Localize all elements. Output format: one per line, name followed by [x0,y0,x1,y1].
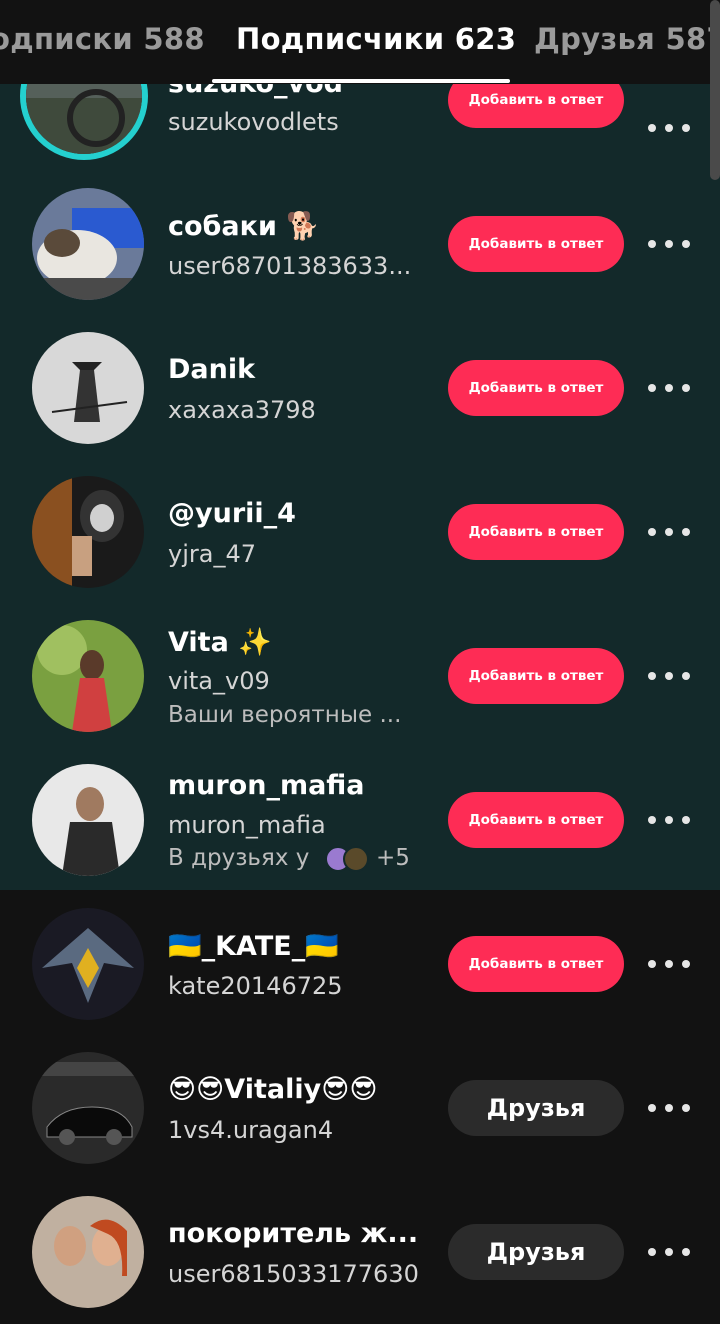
more-options-icon[interactable] [648,123,690,133]
avatar[interactable] [32,188,144,300]
username: user68701383633... [168,252,412,280]
display-name: 😎😎Vitaliy😎😎 [168,1074,378,1105]
more-options-icon[interactable] [648,1103,690,1113]
username: yjra_47 [168,540,256,568]
friends-button[interactable]: Друзья [448,1224,624,1280]
more-options-icon[interactable] [648,1247,690,1257]
tab-friends[interactable]: Друзья 587 [534,22,720,56]
suggestion-hint: Ваши вероятные ... [168,702,402,728]
add-to-reply-button[interactable]: Добавить в ответ [448,216,624,272]
username: vita_v09 [168,667,270,695]
add-to-reply-button[interactable]: Добавить в ответ [448,792,624,848]
mini-avatar [342,845,369,872]
tab-followers[interactable]: Подписчики 623 [236,22,516,56]
mutual-friends-count: +5 [375,845,410,871]
scrollbar[interactable] [710,0,720,180]
add-to-reply-button[interactable]: Добавить в ответ [448,936,624,992]
more-options-icon[interactable] [648,671,690,681]
list-item[interactable]: @yurii_4 yjra_47 Добавить в ответ [0,460,720,604]
avatar[interactable] [32,332,144,444]
display-name: muron_mafia [168,770,365,801]
list-item[interactable]: 🇺🇦_KATE_🇺🇦 kate20146725 Добавить в ответ [0,892,720,1036]
list-item[interactable]: 😎😎Vitaliy😎😎 1vs4.uragan4 Друзья [0,1036,720,1180]
list-item[interactable]: собаки 🐕 user68701383633... Добавить в о… [0,172,720,316]
list-item[interactable]: покоритель ж... user6815033177630 Друзья [0,1180,720,1324]
add-to-reply-button[interactable]: Добавить в ответ [448,648,624,704]
avatar[interactable] [32,1196,144,1308]
mutual-friends-hint: В друзьях у +5 [168,845,410,872]
avatar[interactable] [32,764,144,876]
avatar[interactable] [32,620,144,732]
more-options-icon[interactable] [648,239,690,249]
add-to-reply-button[interactable]: Добавить в ответ [448,504,624,560]
username: xaxaxa3798 [168,396,316,424]
username: muron_mafia [168,811,326,839]
avatar[interactable] [32,908,144,1020]
avatar[interactable] [32,1052,144,1164]
more-options-icon[interactable] [648,383,690,393]
tab-bar: одписки 588 Подписчики 623 Друзья 587 [0,0,720,84]
display-name: собаки 🐕 [168,211,320,242]
more-options-icon[interactable] [648,815,690,825]
display-name: 🇺🇦_KATE_🇺🇦 [168,931,339,962]
more-options-icon[interactable] [648,959,690,969]
tab-following[interactable]: одписки 588 [0,22,205,56]
username: 1vs4.uragan4 [168,1116,334,1144]
mutual-friends-label: В друзьях у [168,845,310,871]
list-item[interactable]: Danik xaxaxa3798 Добавить в ответ [0,316,720,460]
avatar[interactable] [32,476,144,588]
friends-button[interactable]: Друзья [448,1080,624,1136]
display-name: Vita ✨ [168,627,272,658]
active-tab-indicator [212,79,510,83]
username: user6815033177630 [168,1260,419,1288]
display-name: Danik [168,354,256,385]
add-to-reply-button[interactable]: Добавить в ответ [448,360,624,416]
display-name: покоритель ж... [168,1218,419,1249]
username: kate20146725 [168,972,343,1000]
list-item[interactable]: Vita ✨ vita_v09 Ваши вероятные ... Добав… [0,604,720,748]
more-options-icon[interactable] [648,527,690,537]
display-name: @yurii_4 [168,498,296,529]
list-item[interactable]: muron_mafia muron_mafia В друзьях у +5 Д… [0,748,720,892]
username: suzukovodlets [168,108,339,136]
